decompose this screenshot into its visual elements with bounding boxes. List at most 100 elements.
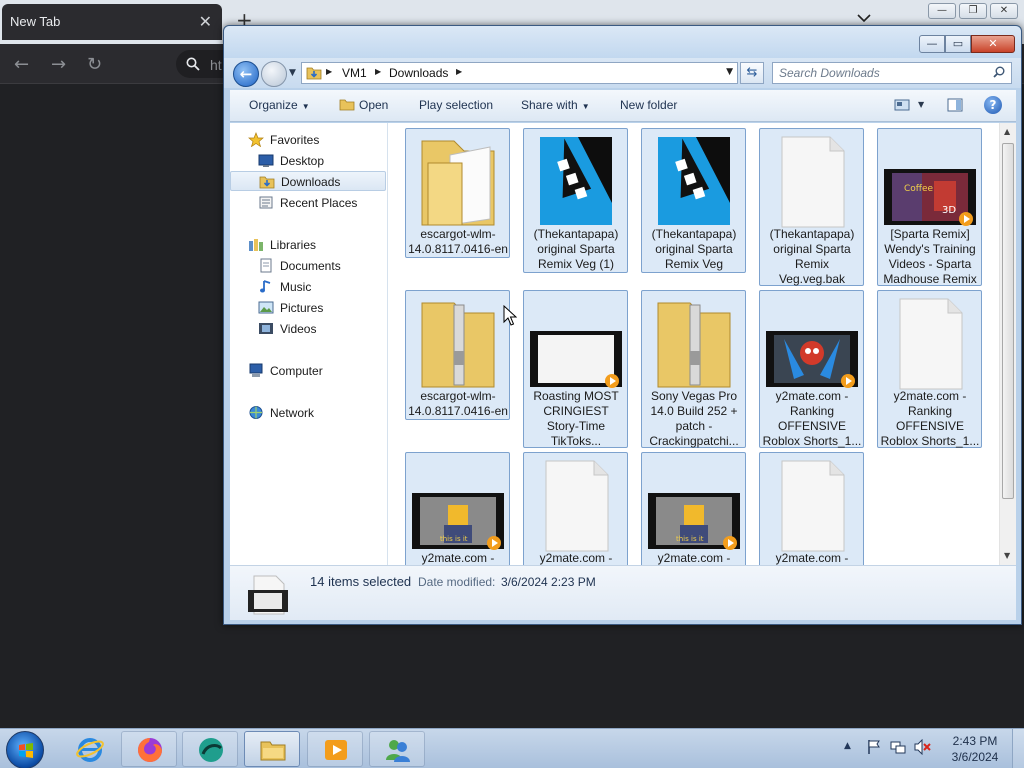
scroll-up-icon[interactable]: ▲ (1004, 127, 1010, 136)
browser-minimize-button[interactable]: — (928, 3, 956, 19)
file-tile[interactable]: Sony Vegas Pro 14.0 Build 252 + patch - … (641, 290, 746, 448)
share-with-button[interactable]: Share with ▼ (521, 98, 590, 112)
help-icon[interactable]: ? (984, 96, 1002, 114)
file-name: [Sparta Remix] Wendy's Training Videos -… (883, 227, 977, 286)
explorer-folder-icon (260, 741, 286, 761)
taskbar-media-app[interactable] (182, 731, 238, 767)
blank-file-icon (781, 460, 845, 552)
nav-item-computer[interactable]: Computer (230, 361, 386, 381)
search-input[interactable]: Search Downloads (772, 62, 1012, 84)
breadcrumb-separator-icon[interactable]: ▶ (456, 67, 462, 76)
file-tile[interactable]: (Thekantapapa) original Sparta Remix Veg… (759, 128, 864, 286)
svg-text:this is it: this is it (676, 535, 704, 543)
explorer-titlebar[interactable]: — ▭ ✕ (224, 26, 1021, 58)
file-tile[interactable]: this is it y2mate.com - (405, 452, 510, 565)
nav-item-documents[interactable]: Documents (230, 256, 386, 276)
date-modified-value: 3/6/2024 2:23 PM (501, 575, 596, 589)
file-tile[interactable]: Coffee 3D [Sparta Remix] Wendy's Training… (877, 128, 982, 286)
vegas-project-icon (658, 137, 730, 225)
svg-text:this is it: this is it (440, 535, 468, 543)
organize-button[interactable]: Organize ▼ (249, 98, 310, 112)
recent-pages-chevron-icon[interactable]: ▼ (289, 68, 296, 78)
file-list-scrollbar[interactable]: ▲ ▼ (999, 123, 1016, 565)
new-folder-button[interactable]: New folder (620, 98, 677, 112)
network-status-icon[interactable] (890, 739, 906, 755)
play-selection-button[interactable]: Play selection (419, 98, 493, 112)
browser-tab-new-tab[interactable]: New Tab ✕ (2, 4, 222, 40)
file-tile[interactable]: escargot-wlm-14.0.8117.0416-en (405, 128, 510, 258)
taskbar-messenger[interactable] (369, 731, 425, 767)
file-tile[interactable]: y2mate.com - (523, 452, 628, 565)
address-history-chevron-icon[interactable]: ▼ (726, 67, 733, 77)
file-tile[interactable]: y2mate.com - Ranking OFFENSIVE Roblox Sh… (877, 290, 982, 448)
browser-reload-icon[interactable]: ↻ (87, 54, 102, 75)
forward-button[interactable] (261, 61, 287, 87)
taskbar-firefox[interactable] (121, 731, 177, 767)
search-placeholder: Search Downloads (779, 66, 880, 80)
breadcrumb[interactable]: ▶ VM1 ▶ Downloads ▶ ▼ (301, 62, 738, 84)
show-desktop-button[interactable] (1012, 729, 1024, 768)
browser-tab-search-chevron-icon[interactable] (856, 12, 872, 24)
browser-back-icon[interactable]: ← (14, 54, 29, 75)
file-tile[interactable]: y2mate.com - Ranking OFFENSIVE Roblox Sh… (759, 290, 864, 448)
blank-file-icon (545, 460, 609, 552)
firefox-icon (138, 738, 162, 762)
change-view-icon[interactable] (894, 98, 910, 112)
browser-forward-icon[interactable]: → (51, 54, 66, 75)
browser-maximize-button[interactable]: ❐ (959, 3, 987, 19)
omnibox-search-icon (186, 57, 200, 71)
music-icon (260, 280, 271, 293)
nav-item-videos[interactable]: Videos (230, 319, 386, 339)
messenger-buddies-icon (386, 740, 410, 762)
file-tile[interactable]: (Thekantapapa) original Sparta Remix Veg (641, 128, 746, 273)
preview-pane-icon[interactable] (947, 98, 963, 112)
view-options-chevron-icon[interactable]: ▼ (918, 100, 924, 109)
open-button[interactable]: Open (339, 98, 388, 112)
show-hidden-icons-icon[interactable]: ▲ (844, 741, 851, 751)
clock-date[interactable]: 3/6/2024 (946, 750, 1004, 764)
scrollbar-thumb[interactable] (1002, 143, 1014, 499)
back-button[interactable]: ← (233, 61, 259, 87)
refresh-button[interactable]: ⇆ (740, 62, 764, 84)
nav-label: Videos (280, 322, 317, 336)
open-folder-icon (339, 99, 355, 111)
nav-item-network[interactable]: Network (230, 403, 386, 423)
file-tile[interactable]: escargot-wlm-14.0.8117.0416-en (405, 290, 510, 420)
file-tile[interactable]: this is it y2mate.com - (641, 452, 746, 565)
file-tile[interactable]: (Thekantapapa) original Sparta Remix Veg… (523, 128, 628, 273)
nav-label: Documents (280, 259, 341, 273)
taskbar-windows-explorer[interactable] (244, 731, 300, 767)
nav-item-pictures[interactable]: Pictures (230, 298, 386, 318)
file-name: y2mate.com - (775, 551, 849, 565)
breadcrumb-separator-icon[interactable]: ▶ (375, 67, 381, 76)
windows-flag-icon (19, 743, 33, 758)
breadcrumb-vm1[interactable]: VM1 (342, 66, 367, 80)
browser-close-button[interactable]: ✕ (990, 3, 1018, 19)
teal-app-icon (199, 738, 223, 762)
file-tile[interactable]: y2mate.com - (759, 452, 864, 565)
breadcrumb-downloads[interactable]: Downloads (389, 66, 448, 80)
nav-item-downloads[interactable]: Downloads (230, 171, 386, 191)
scroll-down-icon[interactable]: ▼ (1004, 551, 1010, 560)
nav-item-recent-places[interactable]: Recent Places (230, 193, 386, 213)
nav-label: Pictures (280, 301, 324, 315)
nav-item-desktop[interactable]: Desktop (230, 151, 386, 171)
explorer-minimize-button[interactable]: — (919, 35, 945, 53)
explorer-maximize-button[interactable]: ▭ (945, 35, 971, 53)
start-button[interactable] (6, 731, 44, 768)
file-tile[interactable]: Roasting MOST CRINGIEST Story-Time TikTo… (523, 290, 628, 448)
file-name: Sony Vegas Pro 14.0 Build 252 + patch - … (649, 389, 739, 448)
clock-time[interactable]: 2:43 PM (950, 734, 1000, 748)
taskbar-internet-explorer[interactable] (62, 731, 118, 767)
browser-tab-close-icon[interactable]: ✕ (199, 12, 212, 32)
action-center-flag-icon[interactable] (866, 739, 882, 755)
volume-muted-icon[interactable] (914, 739, 932, 755)
taskbar-media-player[interactable] (307, 731, 363, 767)
nav-item-music[interactable]: Music (230, 277, 386, 297)
blank-file-icon (899, 298, 963, 390)
folder-icon (421, 140, 495, 226)
nav-item-libraries[interactable]: Libraries (230, 235, 386, 255)
explorer-close-button[interactable]: ✕ (971, 35, 1015, 53)
nav-item-favorites[interactable]: Favorites (230, 130, 386, 150)
breadcrumb-separator-icon[interactable]: ▶ (326, 67, 332, 76)
